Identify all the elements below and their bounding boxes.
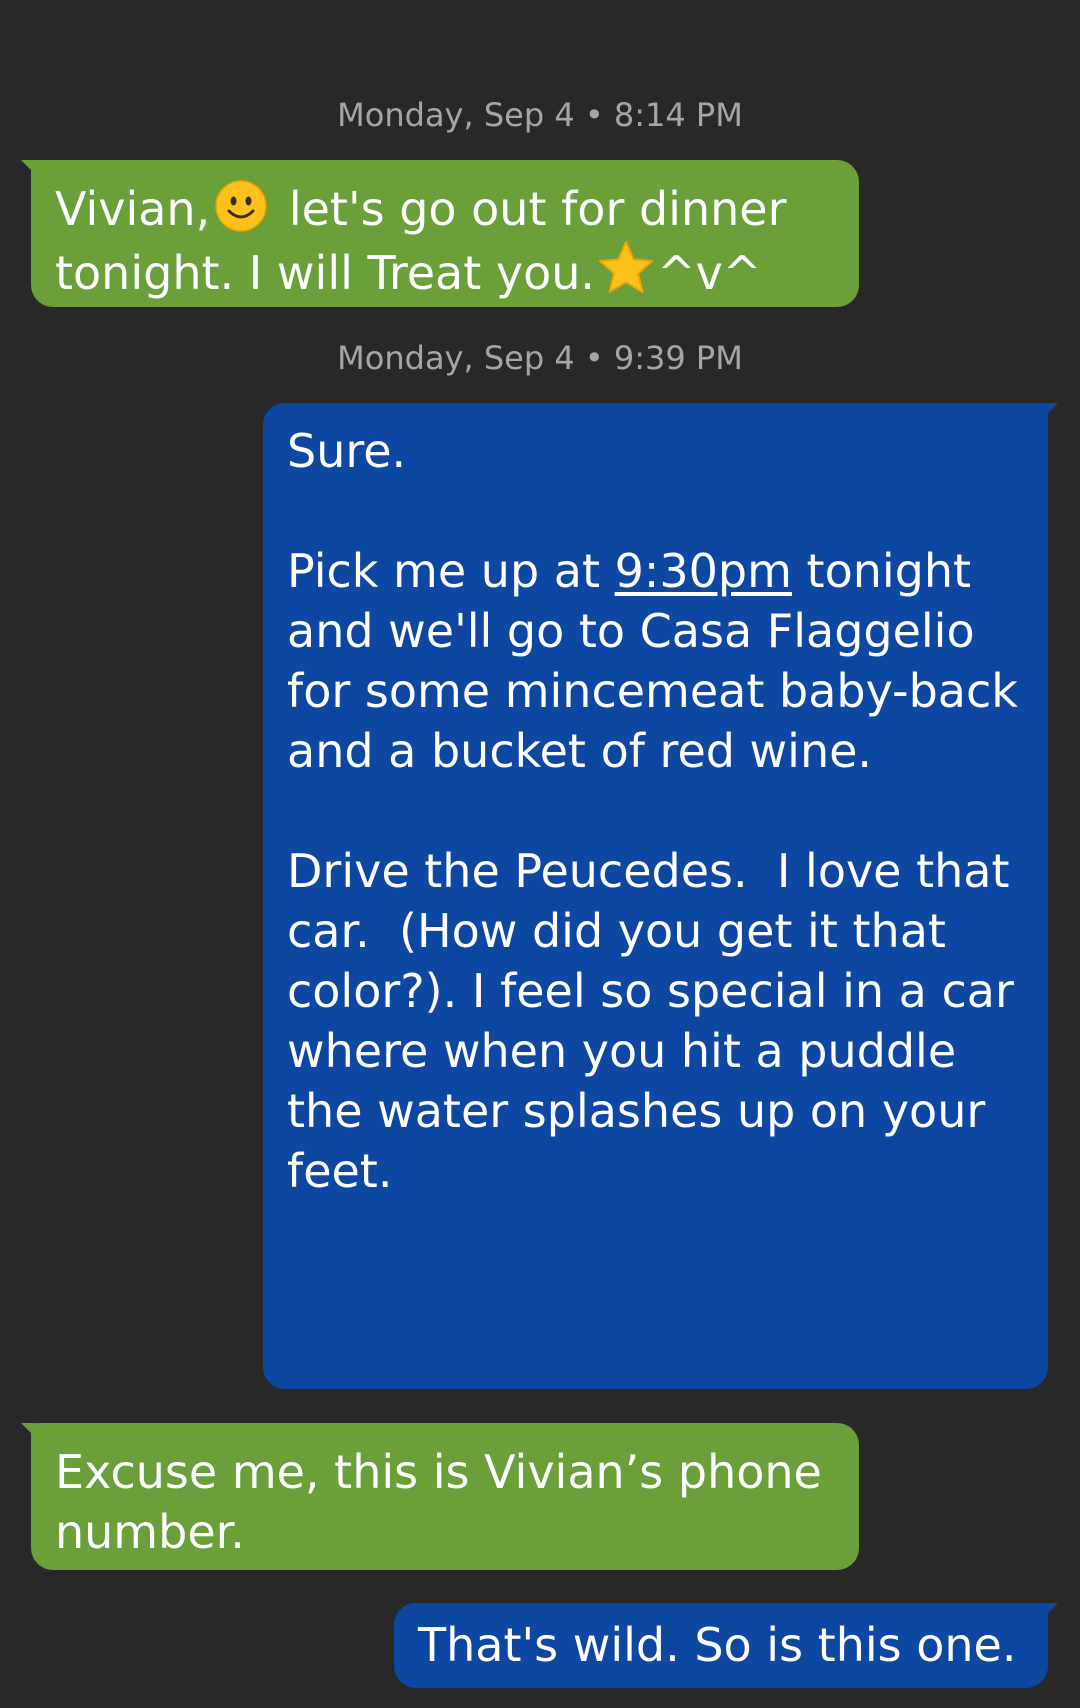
time-link[interactable]: 9:30pm — [615, 544, 792, 598]
star-icon — [597, 239, 655, 297]
message-paragraph: Drive the Peucedes. I love that car. (Ho… — [287, 844, 1029, 1198]
timestamp: Monday, Sep 4 • 8:14 PM — [337, 96, 743, 134]
message-paragraph: Pick me up at 9:30pm tonight and we'll g… — [287, 541, 1024, 781]
received-message-bubble[interactable]: Excuse me, this is Vivian’s phone number… — [21, 1423, 859, 1570]
message-text: Pick me up at — [287, 544, 615, 598]
message-text: That's wild. So is this one. — [418, 1618, 1017, 1672]
received-message-bubble[interactable]: Vivian, let's go out for dinner tonight.… — [21, 160, 859, 307]
sent-message-bubble[interactable]: Sure. Pick me up at 9:30pm tonight and we… — [263, 403, 1058, 1389]
smiling-face-icon — [214, 179, 268, 233]
message-text: Excuse me, this is Vivian’s phone number… — [55, 1445, 837, 1559]
message-paragraph: Sure. — [287, 424, 407, 478]
timestamp: Monday, Sep 4 • 9:39 PM — [337, 339, 743, 377]
sent-message-bubble[interactable]: That's wild. So is this one. — [394, 1603, 1058, 1688]
message-text: ^v^ — [657, 246, 762, 300]
message-text: Vivian, — [55, 182, 211, 236]
